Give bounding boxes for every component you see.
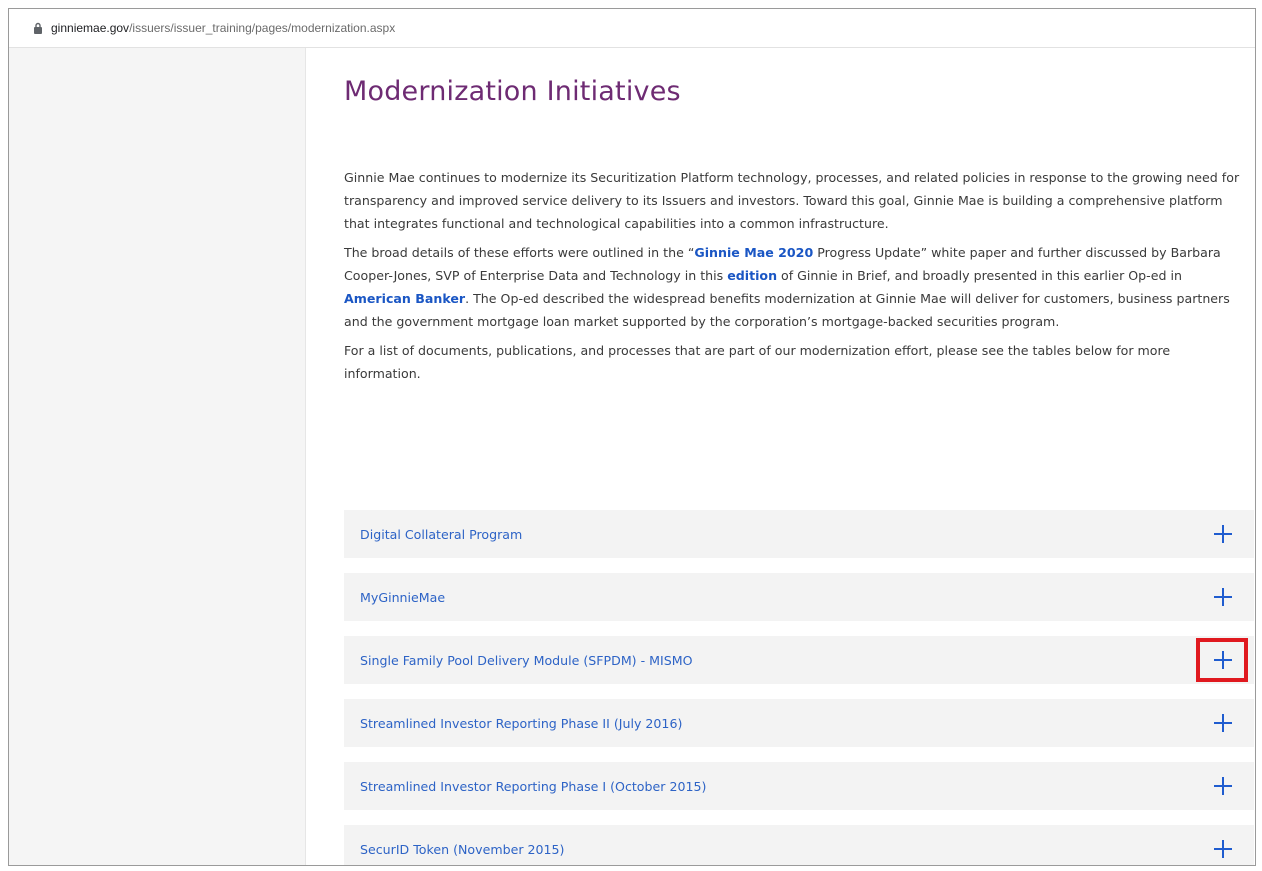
accordion-label: Streamlined Investor Reporting Phase II … [360,715,683,731]
accordion-label: Digital Collateral Program [360,526,523,542]
accordion-item-digital-collateral[interactable]: Digital Collateral Program [344,510,1254,558]
lock-icon [34,22,42,34]
expand-plus-icon[interactable] [1214,777,1232,795]
para2-text-4: . The Op-ed described the widespread ben… [344,291,1230,329]
main-content: Modernization Initiatives Ginnie Mae con… [344,48,1255,865]
accordion-label: Streamlined Investor Reporting Phase I (… [360,778,707,794]
accordion-label: MyGinnieMae [360,589,446,605]
expand-plus-icon[interactable] [1214,840,1232,858]
accordion-label: SecurID Token (November 2015) [360,841,565,857]
intro-text: Ginnie Mae continues to modernize its Se… [344,166,1249,391]
intro-paragraph-3: For a list of documents, publications, a… [344,343,1171,381]
url-path: /issuers/issuer_training/pages/moderniza… [129,21,396,35]
highlight-annotation-box [1196,638,1248,682]
intro-paragraph-1: Ginnie Mae continues to modernize its Se… [344,170,1240,231]
expand-plus-icon[interactable] [1214,525,1232,543]
para2-text-1: The broad details of these efforts were … [344,245,695,260]
intro-paragraph-2: The broad details of these efforts were … [344,241,1249,333]
ginnie-mae-2020-link[interactable]: Ginnie Mae 2020 [694,245,813,260]
accordion-item-myginniemae[interactable]: MyGinnieMae [344,573,1254,621]
modernization-accordion: Digital Collateral Program MyGinnieMae S… [344,510,1254,865]
accordion-item-sir-phase-2[interactable]: Streamlined Investor Reporting Phase II … [344,699,1254,747]
accordion-label: Single Family Pool Delivery Module (SFPD… [360,652,693,668]
american-banker-link[interactable]: American Banker [344,291,465,306]
para2-text-3: of Ginnie in Brief, and broadly presente… [777,268,1182,283]
expand-plus-icon[interactable] [1214,714,1232,732]
page-title: Modernization Initiatives [344,76,681,107]
expand-plus-icon[interactable] [1214,588,1232,606]
accordion-item-securid-token[interactable]: SecurID Token (November 2015) [344,825,1254,865]
accordion-item-sfpdm-mismo[interactable]: Single Family Pool Delivery Module (SFPD… [344,636,1254,684]
accordion-item-sir-phase-1[interactable]: Streamlined Investor Reporting Phase I (… [344,762,1254,810]
edition-link[interactable]: edition [727,268,777,283]
left-sidebar [9,48,306,865]
address-bar[interactable]: ginniemae.gov/issuers/issuer_training/pa… [9,9,1255,48]
browser-frame: ginniemae.gov/issuers/issuer_training/pa… [8,8,1256,866]
url-host: ginniemae.gov [51,21,130,35]
